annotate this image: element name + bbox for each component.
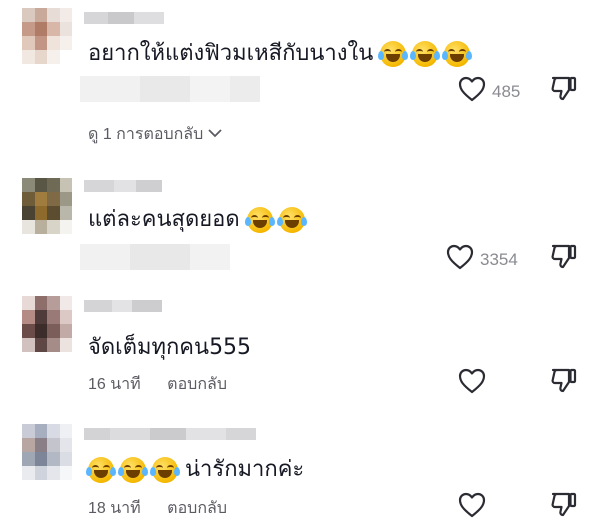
- comment-text: จัดเต็มทุกคน555: [88, 335, 252, 360]
- meta-redacted: [80, 244, 230, 270]
- chevron-down-icon: [207, 126, 223, 144]
- timestamp: 16 นาที: [88, 376, 141, 393]
- like-count: 485: [492, 81, 521, 101]
- heart-outline-icon: [458, 76, 486, 107]
- comment-meta: 18 นาที ตอบกลับ: [88, 496, 227, 521]
- heart-outline-icon: [458, 492, 486, 523]
- like-button[interactable]: 3354: [446, 244, 518, 275]
- username-redacted[interactable]: [84, 12, 164, 24]
- comment-text: อยากให้แต่งฟิวมเหสีกับนางใน: [88, 40, 473, 68]
- comment-meta: 16 นาที ตอบกลับ: [88, 372, 227, 397]
- reply-button[interactable]: ตอบกลับ: [167, 376, 227, 393]
- dislike-icon: [550, 368, 578, 398]
- avatar[interactable]: [22, 424, 72, 480]
- avatar[interactable]: [22, 178, 72, 234]
- heart-outline-icon: [446, 244, 474, 275]
- face-with-tears-of-joy-emoji: [410, 41, 441, 67]
- emoji-group: [378, 41, 473, 67]
- face-with-tears-of-joy-emoji: [276, 207, 307, 233]
- like-button[interactable]: 485: [458, 76, 520, 107]
- face-with-tears-of-joy-emoji: [86, 457, 116, 483]
- username-redacted[interactable]: [84, 180, 162, 192]
- avatar[interactable]: [22, 8, 72, 64]
- heart-outline-icon: [458, 368, 486, 399]
- dislike-button[interactable]: [550, 74, 578, 107]
- username-redacted[interactable]: [84, 300, 162, 312]
- like-count: 3354: [480, 249, 518, 269]
- face-with-tears-of-joy-emoji: [118, 457, 148, 483]
- face-with-tears-of-joy-emoji: [442, 41, 473, 67]
- like-button[interactable]: [458, 368, 486, 399]
- dislike-button[interactable]: [550, 490, 578, 523]
- emoji-group: [86, 457, 180, 483]
- meta-redacted: [80, 76, 260, 102]
- reply-button[interactable]: ตอบกลับ: [167, 500, 227, 517]
- dislike-button[interactable]: [550, 366, 578, 399]
- face-with-tears-of-joy-emoji: [244, 207, 275, 233]
- face-with-tears-of-joy-emoji: [150, 457, 180, 483]
- comment-text: แต่ละคนสุดยอด: [88, 206, 307, 234]
- avatar[interactable]: [22, 296, 72, 352]
- emoji-group: [244, 207, 307, 233]
- comment-text: น่ารักมากค่ะ: [86, 456, 304, 484]
- like-button[interactable]: [458, 492, 486, 523]
- timestamp: 18 นาที: [88, 500, 141, 517]
- username-redacted[interactable]: [84, 428, 256, 440]
- dislike-icon: [550, 492, 578, 522]
- dislike-icon: [550, 244, 578, 274]
- view-replies-button[interactable]: ดู 1 การตอบกลับ: [88, 122, 223, 147]
- dislike-icon: [550, 76, 578, 106]
- face-with-tears-of-joy-emoji: [378, 41, 409, 67]
- dislike-button[interactable]: [550, 242, 578, 275]
